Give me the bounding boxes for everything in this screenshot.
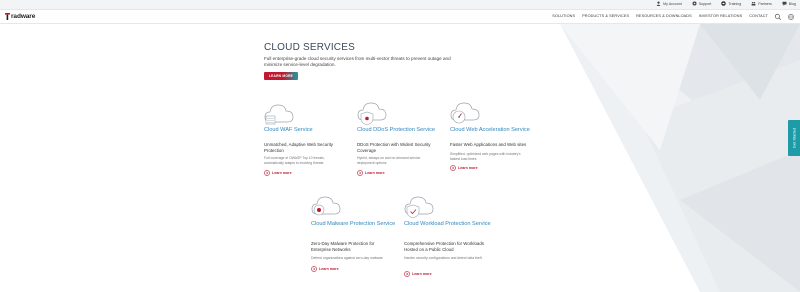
learn-more-label: Learn more bbox=[458, 166, 478, 170]
card-learn-more-link[interactable]: Learn more bbox=[311, 266, 339, 272]
card-title[interactable]: Cloud Malware Protection Service bbox=[311, 221, 403, 228]
cloud-workload-icon bbox=[404, 196, 434, 219]
card-learn-more-link[interactable]: Learn more bbox=[357, 170, 385, 176]
learn-more-label: Learn more bbox=[272, 171, 292, 175]
card-subtitle: Unmatched, Adaptive Web Security Protect… bbox=[264, 142, 333, 153]
card-subtitle: Faster Web Applications and Web sites bbox=[450, 142, 527, 147]
get-started-tab[interactable]: Get Started bbox=[788, 120, 800, 156]
learn-more-label: Learn more bbox=[412, 272, 432, 276]
page: My Account Support Training Partners Blo… bbox=[0, 0, 800, 292]
cloud-ddos-icon bbox=[357, 102, 387, 126]
intro-text: Full enterprise-grade cloud security ser… bbox=[264, 56, 451, 67]
arrow-circle-icon bbox=[450, 165, 456, 171]
card-learn-more-link[interactable]: Learn more bbox=[404, 271, 432, 277]
learn-more-label: Learn more bbox=[365, 171, 385, 175]
cloud-acceleration-icon bbox=[450, 102, 480, 124]
card-title[interactable]: Cloud DDoS Protection Service bbox=[357, 127, 449, 134]
main-content: CLOUD SERVICES Full enterprise-grade clo… bbox=[0, 0, 800, 292]
card-description: Harden security configurations and detec… bbox=[404, 256, 482, 260]
card-description: Defend organizations against zero-day ma… bbox=[311, 256, 383, 260]
arrow-circle-icon bbox=[357, 170, 363, 176]
card-description: Full coverage of OWASP Top 10 threats, a… bbox=[264, 156, 325, 165]
card-description: Simplified, optimized web pages with ind… bbox=[450, 152, 521, 161]
card-title[interactable]: Cloud Workload Protection Service bbox=[404, 221, 496, 228]
learn-more-button[interactable]: LEARN MORE bbox=[264, 72, 298, 80]
card-subtitle: Zero-Day Malware Protection for Enterpri… bbox=[311, 241, 375, 252]
card-learn-more-link[interactable]: Learn more bbox=[264, 170, 292, 176]
card-description: Hybrid, always-on and on-demand service … bbox=[357, 156, 421, 165]
learn-more-label: Learn more bbox=[319, 267, 339, 271]
page-title: CLOUD SERVICES bbox=[264, 42, 355, 53]
arrow-circle-icon bbox=[311, 266, 317, 272]
card-subtitle: DDoS Protection with Widest Security Cov… bbox=[357, 142, 431, 153]
get-started-label: Get Started bbox=[791, 127, 797, 149]
card-subtitle: Comprehensive Protection for Workloads H… bbox=[404, 241, 484, 252]
cloud-malware-icon bbox=[311, 196, 341, 216]
cloud-waf-icon bbox=[264, 104, 294, 125]
card-learn-more-link[interactable]: Learn more bbox=[450, 165, 478, 171]
card-title[interactable]: Cloud WAF Service bbox=[264, 127, 356, 134]
arrow-circle-icon bbox=[404, 271, 410, 277]
arrow-circle-icon bbox=[264, 170, 270, 176]
card-title[interactable]: Cloud Web Acceleration Service bbox=[450, 127, 542, 134]
